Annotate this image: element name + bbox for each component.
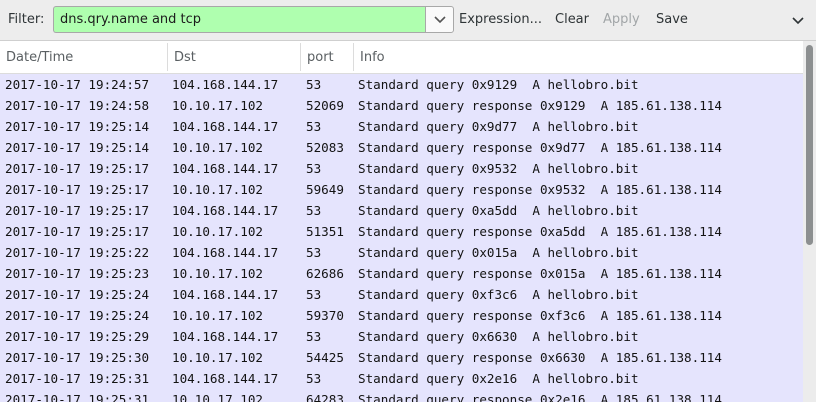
packet-row[interactable]: 2017-10-17 19:25:29 104.168.144.17 53 St… [0, 326, 803, 347]
packet-row[interactable]: 2017-10-17 19:25:17 10.10.17.102 59649 S… [0, 179, 803, 200]
cell-datetime: 2017-10-17 19:24:58 [5, 98, 150, 113]
cell-dst: 10.10.17.102 [172, 266, 263, 281]
cell-port: 52069 [306, 98, 344, 113]
packet-row[interactable]: 2017-10-17 19:25:22 104.168.144.17 53 St… [0, 242, 803, 263]
cell-info: Standard query 0x9d77 A hellobro.bit [358, 119, 639, 134]
cell-datetime: 2017-10-17 19:25:24 [5, 287, 150, 302]
cell-port: 53 [306, 329, 322, 344]
cell-port: 64283 [306, 392, 344, 402]
cell-info: Standard query 0x015a A hellobro.bit [358, 245, 639, 260]
cell-info: Standard query response 0x9129 A 185.61.… [358, 98, 722, 113]
packet-row[interactable]: 2017-10-17 19:25:24 104.168.144.17 53 St… [0, 284, 803, 305]
packet-rows: 2017-10-17 19:24:57 104.168.144.17 53 St… [0, 74, 803, 402]
apply-button[interactable]: Apply [603, 12, 640, 27]
packet-row[interactable]: 2017-10-17 19:25:24 10.10.17.102 59370 S… [0, 305, 803, 326]
packet-row[interactable]: 2017-10-17 19:25:31 104.168.144.17 53 St… [0, 368, 803, 389]
cell-dst: 10.10.17.102 [172, 182, 263, 197]
packet-row[interactable]: 2017-10-17 19:25:14 10.10.17.102 52083 S… [0, 137, 803, 158]
cell-info: Standard query response 0x2e16 A 185.61.… [358, 392, 722, 402]
vertical-scrollbar[interactable] [803, 41, 816, 402]
cell-datetime: 2017-10-17 19:25:17 [5, 182, 150, 197]
packet-row[interactable]: 2017-10-17 19:25:17 10.10.17.102 51351 S… [0, 221, 803, 242]
cell-port: 59649 [306, 182, 344, 197]
column-header-dst[interactable]: Dst [168, 41, 300, 73]
cell-datetime: 2017-10-17 19:25:14 [5, 140, 150, 155]
cell-dst: 10.10.17.102 [172, 392, 263, 402]
packet-row[interactable]: 2017-10-17 19:24:58 10.10.17.102 52069 S… [0, 95, 803, 116]
cell-port: 53 [306, 203, 322, 218]
cell-datetime: 2017-10-17 19:25:23 [5, 266, 150, 281]
chevron-down-icon [434, 16, 446, 24]
cell-dst: 10.10.17.102 [172, 350, 263, 365]
cell-dst: 104.168.144.17 [172, 203, 279, 218]
cell-datetime: 2017-10-17 19:25:31 [5, 371, 150, 386]
cell-info: Standard query response 0x6630 A 185.61.… [358, 350, 722, 365]
packet-row[interactable]: 2017-10-17 19:24:57 104.168.144.17 53 St… [0, 74, 803, 95]
cell-dst: 10.10.17.102 [172, 224, 263, 239]
column-header-port[interactable]: port [301, 41, 353, 73]
cell-port: 53 [306, 287, 322, 302]
cell-info: Standard query response 0xa5dd A 185.61.… [358, 224, 722, 239]
column-header-datetime[interactable]: Date/Time [0, 41, 167, 73]
cell-dst: 104.168.144.17 [172, 287, 279, 302]
cell-dst: 104.168.144.17 [172, 371, 279, 386]
cell-port: 62686 [306, 266, 344, 281]
cell-datetime: 2017-10-17 19:25:22 [5, 245, 150, 260]
cell-info: Standard query response 0x015a A 185.61.… [358, 266, 722, 281]
cell-dst: 104.168.144.17 [172, 77, 279, 92]
cell-port: 54425 [306, 350, 344, 365]
save-button[interactable]: Save [656, 12, 688, 27]
cell-datetime: 2017-10-17 19:25:17 [5, 203, 150, 218]
filter-history-dropdown[interactable] [425, 6, 454, 33]
cell-info: Standard query 0x9532 A hellobro.bit [358, 161, 639, 176]
cell-info: Standard query response 0x9d77 A 185.61.… [358, 140, 722, 155]
cell-port: 52083 [306, 140, 344, 155]
cell-port: 59370 [306, 308, 344, 323]
filter-label: Filter: [8, 12, 45, 27]
clear-button[interactable]: Clear [555, 12, 589, 27]
cell-port: 51351 [306, 224, 344, 239]
cell-info: Standard query 0x9129 A hellobro.bit [358, 77, 639, 92]
filter-toolbar: Filter: dns.qry.name and tcp Expression.… [0, 0, 816, 41]
display-filter-input[interactable]: dns.qry.name and tcp [53, 6, 425, 33]
cell-info: Standard query 0xa5dd A hellobro.bit [358, 203, 639, 218]
packet-row[interactable]: 2017-10-17 19:25:30 10.10.17.102 54425 S… [0, 347, 803, 368]
cell-dst: 104.168.144.17 [172, 245, 279, 260]
cell-datetime: 2017-10-17 19:25:17 [5, 224, 150, 239]
cell-dst: 10.10.17.102 [172, 98, 263, 113]
packet-row[interactable]: 2017-10-17 19:25:17 104.168.144.17 53 St… [0, 200, 803, 221]
cell-datetime: 2017-10-17 19:25:30 [5, 350, 150, 365]
packet-list-header: Date/Time Dst port Info [0, 41, 803, 74]
scrollbar-thumb[interactable] [806, 45, 813, 245]
cell-info: Standard query 0x2e16 A hellobro.bit [358, 371, 639, 386]
cell-datetime: 2017-10-17 19:25:17 [5, 161, 150, 176]
cell-datetime: 2017-10-17 19:25:31 [5, 392, 150, 402]
cell-info: Standard query 0xf3c6 A hellobro.bit [358, 287, 639, 302]
cell-datetime: 2017-10-17 19:24:57 [5, 77, 150, 92]
packet-list: Date/Time Dst port Info 2017-10-17 19:24… [0, 41, 816, 402]
cell-port: 53 [306, 77, 322, 92]
packet-row[interactable]: 2017-10-17 19:25:31 10.10.17.102 64283 S… [0, 389, 803, 402]
cell-dst: 10.10.17.102 [172, 308, 263, 323]
cell-dst: 104.168.144.17 [172, 329, 279, 344]
packet-row[interactable]: 2017-10-17 19:25:17 104.168.144.17 53 St… [0, 158, 803, 179]
cell-dst: 104.168.144.17 [172, 119, 279, 134]
packet-row[interactable]: 2017-10-17 19:25:14 104.168.144.17 53 St… [0, 116, 803, 137]
packet-row[interactable]: 2017-10-17 19:25:23 10.10.17.102 62686 S… [0, 263, 803, 284]
cell-datetime: 2017-10-17 19:25:14 [5, 119, 150, 134]
cell-port: 53 [306, 245, 322, 260]
cell-port: 53 [306, 161, 322, 176]
cell-port: 53 [306, 371, 322, 386]
expression-button[interactable]: Expression... [459, 12, 542, 27]
cell-info: Standard query response 0xf3c6 A 185.61.… [358, 308, 722, 323]
cell-info: Standard query response 0x9532 A 185.61.… [358, 182, 722, 197]
cell-info: Standard query 0x6630 A hellobro.bit [358, 329, 639, 344]
cell-datetime: 2017-10-17 19:25:29 [5, 329, 150, 344]
chevron-down-icon[interactable] [792, 16, 804, 25]
column-header-info[interactable]: Info [354, 41, 803, 73]
cell-datetime: 2017-10-17 19:25:24 [5, 308, 150, 323]
cell-dst: 10.10.17.102 [172, 140, 263, 155]
cell-dst: 104.168.144.17 [172, 161, 279, 176]
cell-port: 53 [306, 119, 322, 134]
